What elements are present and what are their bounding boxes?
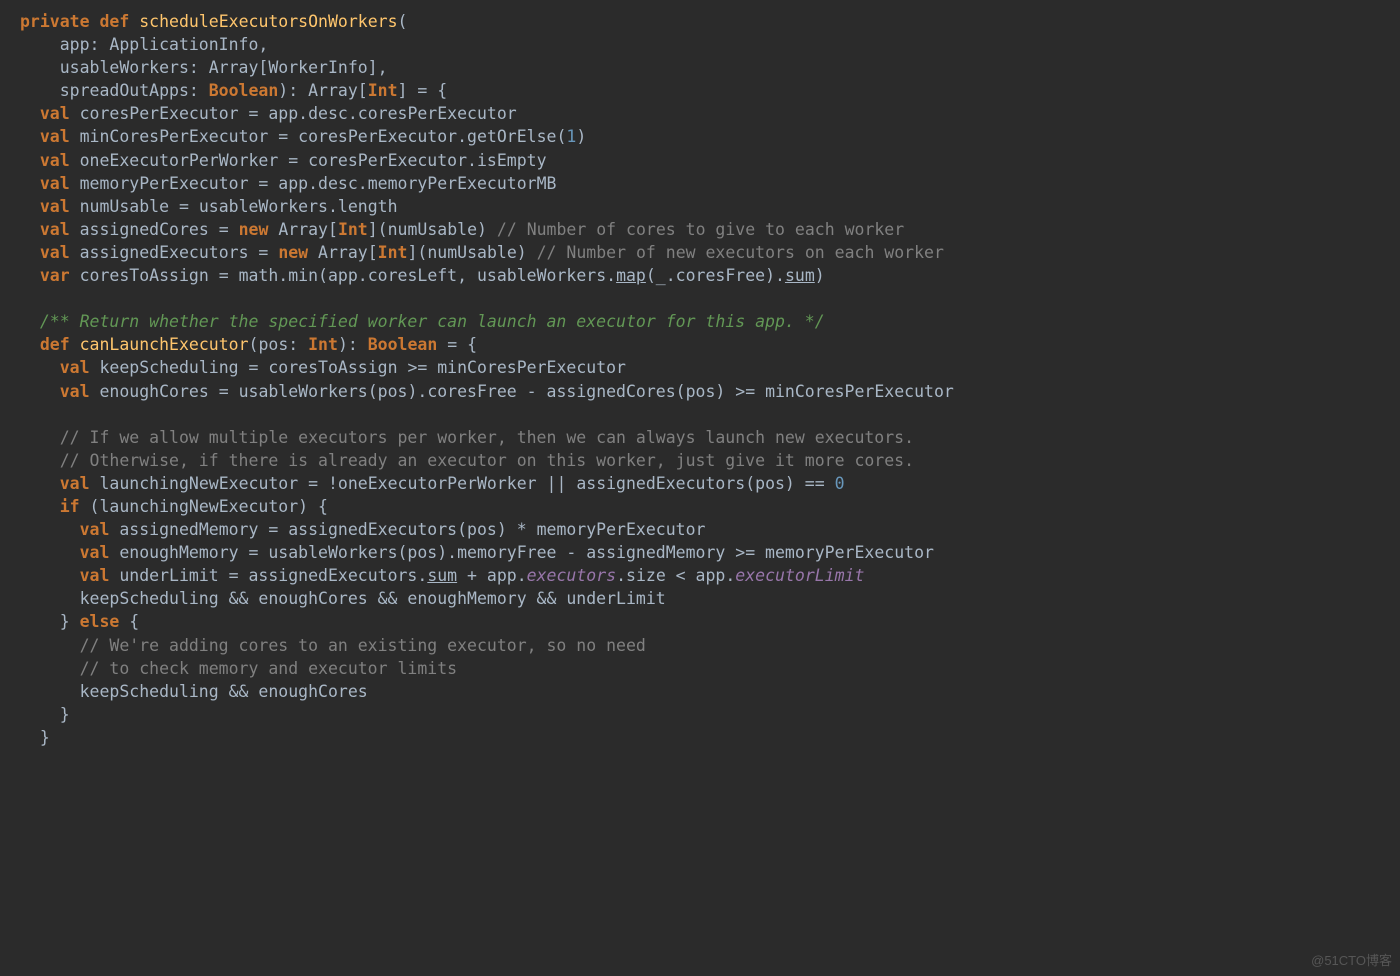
watermark: @51CTO博客 (1311, 952, 1392, 970)
comment: // If we allow multiple executors per wo… (20, 428, 914, 447)
code-line: app: ApplicationInfo, (20, 35, 268, 54)
fn-name: canLaunchExecutor (80, 335, 249, 354)
kw-if: if (60, 497, 80, 516)
code-line: } (20, 728, 50, 747)
doc-comment: /** Return whether the specified worker … (20, 312, 825, 331)
kw-val: val (40, 104, 70, 123)
comment: // to check memory and executor limits (20, 659, 457, 678)
kw-new: new (239, 220, 269, 239)
comment: // We're adding cores to an existing exe… (20, 636, 646, 655)
code-line: } (20, 705, 70, 724)
comment: // Number of new executors on each worke… (537, 243, 944, 262)
comment: // Otherwise, if there is already an exe… (20, 451, 914, 470)
fn-name: scheduleExecutorsOnWorkers (139, 12, 397, 31)
code-line: usableWorkers: Array[WorkerInfo], (20, 58, 388, 77)
kw-var: var (40, 266, 70, 285)
code-line: keepScheduling && enoughCores && enoughM… (20, 589, 666, 608)
kw-else: else (80, 612, 120, 631)
code-block: private def scheduleExecutorsOnWorkers( … (20, 10, 1380, 749)
kw-def: def (99, 12, 129, 31)
kw-private: private (20, 12, 90, 31)
code-line: keepScheduling && enoughCores (20, 682, 368, 701)
comment: // Number of cores to give to each worke… (497, 220, 904, 239)
